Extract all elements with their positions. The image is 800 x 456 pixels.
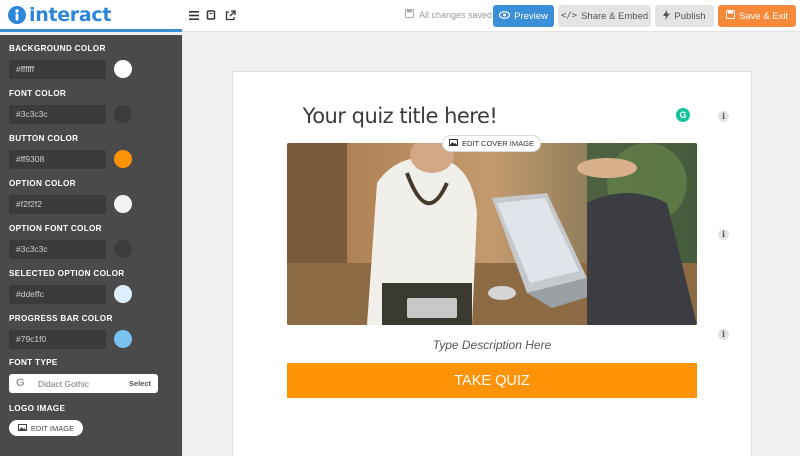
quiz-description[interactable]: Type Description Here — [287, 338, 697, 352]
button-color-input[interactable]: #ff9308 — [9, 150, 106, 169]
preview-label: Preview — [514, 10, 548, 22]
font-select-label: Select — [128, 379, 151, 388]
floppy-disk-icon — [725, 10, 735, 22]
edit-cover-image-label: EDIT COVER IMAGE — [462, 139, 534, 148]
save-status-text: All changes saved — [419, 9, 493, 20]
edit-cover-image-button[interactable]: EDIT COVER IMAGE — [442, 135, 541, 152]
preview-button[interactable]: Preview — [493, 5, 554, 27]
brand-name: interact — [29, 4, 112, 26]
option-font-color-swatch[interactable] — [114, 240, 132, 258]
option-color-label: OPTION COLOR — [9, 179, 76, 188]
lightning-icon — [663, 9, 671, 23]
edit-logo-image-button[interactable]: EDIT IMAGE — [9, 420, 83, 436]
logo-image-label: LOGO IMAGE — [9, 404, 66, 413]
button-color-swatch[interactable] — [114, 150, 132, 168]
option-font-color-label: OPTION FONT COLOR — [9, 224, 102, 233]
publish-button[interactable]: Publish — [655, 5, 714, 27]
font-type-select[interactable]: G Didact Gothic Select — [9, 374, 158, 393]
info-icon[interactable]: i — [718, 111, 729, 122]
selected-option-color-input[interactable]: #ddeffc — [9, 285, 106, 304]
brand-logo[interactable]: interact — [0, 0, 182, 32]
cover-image — [287, 143, 697, 325]
progress-bar-color-swatch[interactable] — [114, 330, 132, 348]
info-icon[interactable]: i — [718, 229, 729, 240]
background-color-swatch[interactable] — [114, 60, 132, 78]
grammarly-icon[interactable]: G — [676, 108, 690, 122]
option-font-color-input[interactable]: #3c3c3c — [9, 240, 106, 259]
interact-logo-icon — [8, 6, 26, 24]
edit-image-label: EDIT IMAGE — [30, 423, 75, 433]
info-icon[interactable]: i — [718, 329, 729, 340]
external-link-icon[interactable] — [221, 6, 239, 24]
share-embed-button[interactable]: </> Share & Embed — [558, 5, 651, 27]
floppy-disk-icon — [405, 9, 414, 20]
book-icon[interactable] — [202, 6, 220, 24]
eye-icon — [498, 10, 511, 22]
share-embed-label: Share & Embed — [581, 10, 649, 22]
option-color-input[interactable]: #f2f2f2 — [9, 195, 106, 214]
option-color-swatch[interactable] — [114, 195, 132, 213]
font-type-value: Didact Gothic — [38, 379, 90, 389]
background-color-label: BACKGROUND COLOR — [9, 44, 106, 53]
save-exit-button[interactable]: Save & Exit — [718, 5, 796, 27]
image-icon — [17, 423, 27, 433]
google-icon: G — [16, 377, 25, 389]
background-color-input[interactable]: #ffffff — [9, 60, 106, 79]
button-color-label: BUTTON COLOR — [9, 134, 79, 143]
save-status: All changes saved — [405, 9, 492, 20]
selected-option-color-label: SELECTED OPTION COLOR — [9, 269, 125, 278]
publish-label: Publish — [674, 10, 706, 22]
font-color-label: FONT COLOR — [9, 89, 67, 98]
image-icon — [449, 139, 459, 148]
progress-bar-color-label: PROGRESS BAR COLOR — [9, 314, 113, 323]
selected-option-color-swatch[interactable] — [114, 285, 132, 303]
save-exit-label: Save & Exit — [738, 10, 789, 22]
code-icon: </> — [560, 11, 578, 21]
font-type-label: FONT TYPE — [9, 358, 58, 367]
progress-bar-color-input[interactable]: #79c1f0 — [9, 330, 106, 349]
design-sidebar: BACKGROUND COLOR #ffffff FONT COLOR #3c3… — [0, 35, 182, 456]
take-quiz-button[interactable]: TAKE QUIZ — [287, 363, 697, 398]
menu-icon[interactable] — [185, 6, 203, 24]
top-toolbar: interact All changes saved Preview </> S… — [0, 0, 800, 32]
